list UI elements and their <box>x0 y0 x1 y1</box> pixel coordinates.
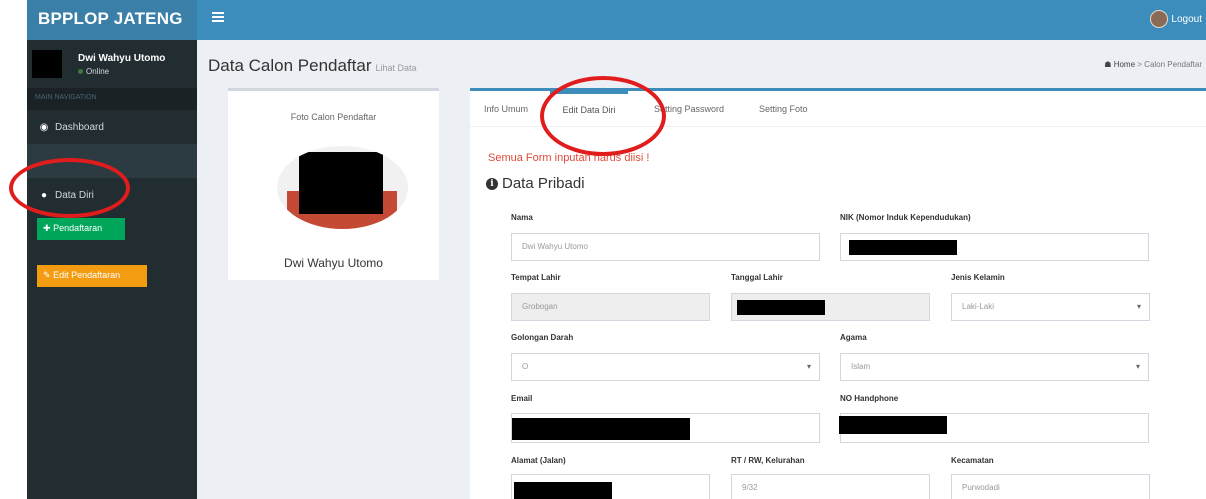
breadcrumb-home-label: Home <box>1113 60 1136 69</box>
nav-divider <box>27 144 197 178</box>
agama-label: Agama <box>840 333 867 342</box>
sidebar-item-label: Data Diri <box>55 189 94 201</box>
sidebar-item-data-diri[interactable]: ● Data Diri <box>27 178 197 212</box>
section-title-text: Data Pribadi <box>502 175 585 192</box>
tanggal-lahir-input[interactable] <box>731 293 930 321</box>
app-logo[interactable]: BPPLOP JATENG <box>27 0 197 40</box>
nik-input[interactable] <box>840 233 1149 261</box>
profile-photo-box: Foto Calon Pendaftar Dwi Wahyu Utomo <box>228 88 439 280</box>
logout-menu[interactable]: Logout <box>1150 10 1202 28</box>
kecamatan-label: Kecamatan <box>951 456 994 465</box>
tab-edit-data-diri[interactable]: Edit Data Diri <box>550 91 628 127</box>
breadcrumb-current: Calon Pendaftar <box>1144 60 1202 69</box>
sidebar-item-dashboard[interactable]: ◉ Dashboard <box>27 110 197 144</box>
dashboard-icon: ◉ <box>39 121 49 133</box>
chevron-down-icon: ▾ <box>1136 302 1141 311</box>
kecamatan-input[interactable]: Purwodadi <box>951 474 1150 499</box>
brand-rest: JATENG <box>108 9 183 28</box>
menu-toggle-icon[interactable] <box>212 12 224 22</box>
avatar <box>1150 10 1169 28</box>
chevron-down-icon: ▾ <box>806 362 811 371</box>
nik-label: NIK (Nomor Induk Kependudukan) <box>840 213 971 222</box>
form-box: Info Umum Edit Data Diri Setting Passwor… <box>470 88 1206 499</box>
hp-redacted <box>839 416 947 434</box>
rtrw-label: RT / RW, Kelurahan <box>731 456 805 465</box>
user-panel: Dwi Wahyu Utomo Online <box>27 40 197 88</box>
tempat-lahir-label: Tempat Lahir <box>511 273 561 282</box>
email-input[interactable] <box>511 413 820 443</box>
alamat-redacted <box>514 482 612 499</box>
email-label: Email <box>511 394 533 403</box>
jenis-kelamin-select[interactable]: Laki-Laki ▾ <box>951 293 1150 321</box>
alamat-input[interactable] <box>511 474 710 499</box>
hp-label: NO Handphone <box>840 394 899 403</box>
nik-redacted <box>849 240 957 255</box>
edit-pendaftaran-label: Edit Pendaftaran <box>53 270 121 280</box>
user-photo-redacted <box>32 50 62 78</box>
breadcrumb: ☗ Home > Calon Pendaftar <box>1104 60 1202 69</box>
agama-value: Islam <box>851 362 871 371</box>
pendaftaran-button[interactable]: ✚ Pendaftaran <box>37 218 125 240</box>
kecamatan-value: Purwodadi <box>962 483 1000 492</box>
photo-redacted <box>299 152 383 214</box>
nama-value: Dwi Wahyu Utomo <box>522 242 588 251</box>
tab-setting-foto[interactable]: Setting Foto <box>759 91 808 127</box>
chevron-down-icon: ▾ <box>1135 362 1140 371</box>
section-title: i Data Pribadi <box>486 175 585 192</box>
tanggal-lahir-redacted <box>737 300 825 315</box>
form-notice: Semua Form inputan harus diisi ! <box>488 152 650 164</box>
tempat-lahir-input[interactable]: Grobogan <box>511 293 710 321</box>
online-status-icon <box>78 69 83 74</box>
logout-label: Logout <box>1171 13 1202 25</box>
email-redacted <box>512 418 690 440</box>
user-status-label: Online <box>86 67 110 76</box>
profile-name: Dwi Wahyu Utomo <box>284 256 383 270</box>
nama-input[interactable]: Dwi Wahyu Utomo <box>511 233 820 261</box>
tanggal-lahir-label: Tanggal Lahir <box>731 273 783 282</box>
agama-select[interactable]: Islam ▾ <box>840 353 1149 381</box>
sidebar: Dwi Wahyu Utomo Online MAIN NAVIGATION ◉… <box>27 40 197 499</box>
golongan-darah-value: O <box>522 362 529 371</box>
user-status: Online <box>78 67 109 76</box>
home-icon: ☗ <box>1104 60 1112 69</box>
photo-label: Foto Calon Pendaftar <box>290 112 377 122</box>
page-title: Data Calon Pendaftar Lihat Data <box>208 56 417 76</box>
pendaftaran-label: Pendaftaran <box>53 223 103 233</box>
rtrw-input[interactable]: 9/32 <box>731 474 930 499</box>
page-title-text: Data Calon Pendaftar <box>208 56 372 75</box>
golongan-darah-label: Golongan Darah <box>511 333 574 342</box>
jenis-kelamin-value: Laki-Laki <box>962 302 995 311</box>
plus-circle-icon: ✚ <box>43 223 51 233</box>
tab-info-umum[interactable]: Info Umum <box>484 91 528 127</box>
edit-pendaftaran-button[interactable]: ✎ Edit Pendaftaran <box>37 265 147 287</box>
nama-label: Nama <box>511 213 533 222</box>
nav-header: MAIN NAVIGATION <box>27 88 197 110</box>
golongan-darah-select[interactable]: O ▾ <box>511 353 820 381</box>
hp-input[interactable] <box>839 413 1149 443</box>
content-area: Data Calon Pendaftar Lihat Data ☗ Home > … <box>197 40 1206 499</box>
top-navbar: Logout <box>197 0 1206 40</box>
info-circle-icon: i <box>486 177 498 190</box>
alamat-label: Alamat (Jalan) <box>511 456 566 465</box>
user-name: Dwi Wahyu Utomo <box>78 53 166 64</box>
breadcrumb-home[interactable]: ☗ Home <box>1104 60 1135 69</box>
tab-bar: Info Umum Edit Data Diri Setting Passwor… <box>470 91 1206 127</box>
jenis-kelamin-label: Jenis Kelamin <box>951 273 1005 282</box>
sidebar-item-label: Dashboard <box>55 121 104 133</box>
profile-photo <box>277 146 408 229</box>
page-subtitle: Lihat Data <box>375 63 417 73</box>
tempat-lahir-value: Grobogan <box>522 302 558 311</box>
tab-setting-password[interactable]: Setting Password <box>654 91 724 127</box>
brand-bold: BPPLOP <box>38 9 109 28</box>
user-icon: ● <box>40 189 48 201</box>
rtrw-value: 9/32 <box>742 483 758 492</box>
edit-icon: ✎ <box>43 270 51 280</box>
